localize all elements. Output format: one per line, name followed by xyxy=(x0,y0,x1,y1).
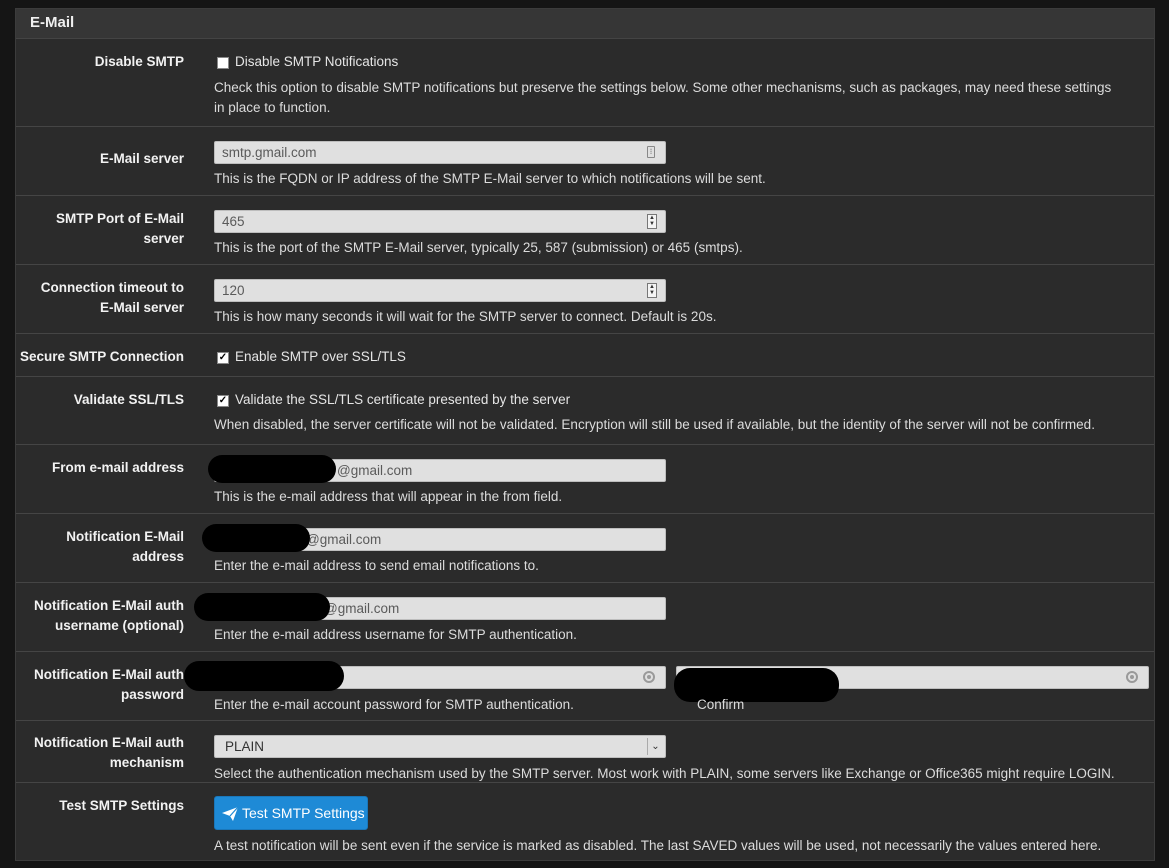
eye-icon[interactable] xyxy=(1126,671,1138,683)
row-test-smtp: Test SMTP Settings Test SMTP Settings A … xyxy=(16,783,1154,860)
from-address-help: This is the e-mail address that will app… xyxy=(214,489,563,504)
secure-smtp-label: Secure SMTP Connection xyxy=(19,349,184,364)
redaction-mark xyxy=(184,661,344,691)
test-smtp-button-label: Test SMTP Settings xyxy=(242,805,365,821)
auth-mechanism-label-2: mechanism xyxy=(109,755,184,770)
section-title: E-Mail xyxy=(16,9,1154,39)
disable-smtp-help-2: in place to function. xyxy=(214,100,331,115)
validate-ssl-checkbox[interactable]: ✓ xyxy=(217,395,229,407)
auth-mechanism-label-1: Notification E-Mail auth xyxy=(34,735,184,750)
from-address-label: From e-mail address xyxy=(51,460,184,475)
confirm-label: Confirm xyxy=(697,697,745,712)
redaction-mark xyxy=(208,455,336,483)
redaction-mark xyxy=(202,524,310,552)
smtp-port-label-2: server xyxy=(143,231,184,246)
disable-smtp-checkbox[interactable] xyxy=(217,57,229,69)
auth-password-help: Enter the e-mail account password for SM… xyxy=(214,697,574,712)
timeout-value: 120 xyxy=(222,283,245,298)
secure-smtp-checkbox-label[interactable]: Enable SMTP over SSL/TLS xyxy=(235,347,406,367)
notification-address-help: Enter the e-mail address to send email n… xyxy=(214,558,539,573)
email-server-value: smtp.gmail.com xyxy=(222,145,317,160)
smtp-port-value: 465 xyxy=(222,214,245,229)
row-auth-password: Notification E-Mail auth password Enter … xyxy=(16,652,1154,721)
row-auth-mechanism: Notification E-Mail auth mechanism PLAIN… xyxy=(16,721,1154,783)
timeout-label-2: E-Mail server xyxy=(99,300,184,315)
timeout-help: This is how many seconds it will wait fo… xyxy=(214,309,717,324)
test-smtp-button[interactable]: Test SMTP Settings xyxy=(214,796,368,830)
auth-password-label-2: password xyxy=(120,687,184,702)
notification-address-label-1: Notification E-Mail xyxy=(66,529,184,544)
field-icon: ⁝ xyxy=(647,146,655,158)
test-smtp-label: Test SMTP Settings xyxy=(59,798,184,813)
notification-address-label-2: address xyxy=(132,549,184,564)
row-disable-smtp: Disable SMTP Disable SMTP Notifications … xyxy=(16,39,1154,127)
spinner-icon[interactable]: ▲ ▼ xyxy=(647,214,657,229)
email-server-input[interactable]: smtp.gmail.com ⁝ xyxy=(214,141,666,164)
disable-smtp-checkbox-label[interactable]: Disable SMTP Notifications xyxy=(235,52,398,72)
test-smtp-help: A test notification will be sent even if… xyxy=(214,838,1102,853)
auth-username-help: Enter the e-mail address username for SM… xyxy=(214,627,577,642)
row-secure-smtp: Secure SMTP Connection ✓ Enable SMTP ove… xyxy=(16,334,1154,377)
secure-smtp-checkbox[interactable]: ✓ xyxy=(217,352,229,364)
row-timeout: Connection timeout to E-Mail server 120 … xyxy=(16,265,1154,334)
timeout-label-1: Connection timeout to xyxy=(40,280,184,295)
email-server-help: This is the FQDN or IP address of the SM… xyxy=(214,171,766,186)
validate-ssl-help: When disabled, the server certificate wi… xyxy=(214,417,1095,432)
auth-username-label-1: Notification E-Mail auth xyxy=(34,598,184,613)
disable-smtp-label: Disable SMTP xyxy=(94,54,184,69)
disable-smtp-help-1: Check this option to disable SMTP notifi… xyxy=(214,80,1112,95)
email-server-label: E-Mail server xyxy=(99,151,184,166)
auth-mechanism-select[interactable]: PLAIN ⌄ xyxy=(214,735,666,758)
row-email-server: E-Mail server smtp.gmail.com ⁝ This is t… xyxy=(16,127,1154,196)
auth-mechanism-selected: PLAIN xyxy=(225,739,265,754)
row-smtp-port: SMTP Port of E-Mail server 465 ▲ ▼ This i… xyxy=(16,196,1154,265)
validate-ssl-checkbox-label[interactable]: Validate the SSL/TLS certificate present… xyxy=(235,390,570,410)
chevron-down-icon[interactable]: ⌄ xyxy=(647,738,663,755)
paper-plane-icon xyxy=(222,807,238,822)
auth-username-label-2: username (optional) xyxy=(54,618,184,633)
auth-mechanism-help: Select the authentication mechanism used… xyxy=(214,766,1115,781)
redaction-mark xyxy=(194,593,330,621)
smtp-port-input[interactable]: 465 ▲ ▼ xyxy=(214,210,666,233)
validate-ssl-label: Validate SSL/TLS xyxy=(73,392,184,407)
row-from-address: From e-mail address @gmail.com This is t… xyxy=(16,445,1154,514)
smtp-port-help: This is the port of the SMTP E-Mail serv… xyxy=(214,240,743,255)
row-notification-address: Notification E-Mail address @gmail.com E… xyxy=(16,514,1154,583)
smtp-port-label-1: SMTP Port of E-Mail xyxy=(55,211,184,226)
email-settings-panel: E-Mail Disable SMTP Disable SMTP Notific… xyxy=(15,8,1155,861)
row-auth-username: Notification E-Mail auth username (optio… xyxy=(16,583,1154,652)
eye-icon[interactable] xyxy=(643,671,655,683)
row-validate-ssl: Validate SSL/TLS ✓ Validate the SSL/TLS … xyxy=(16,377,1154,445)
timeout-input[interactable]: 120 ▲ ▼ xyxy=(214,279,666,302)
spinner-icon[interactable]: ▲ ▼ xyxy=(647,283,657,298)
auth-password-label-1: Notification E-Mail auth xyxy=(34,667,184,682)
